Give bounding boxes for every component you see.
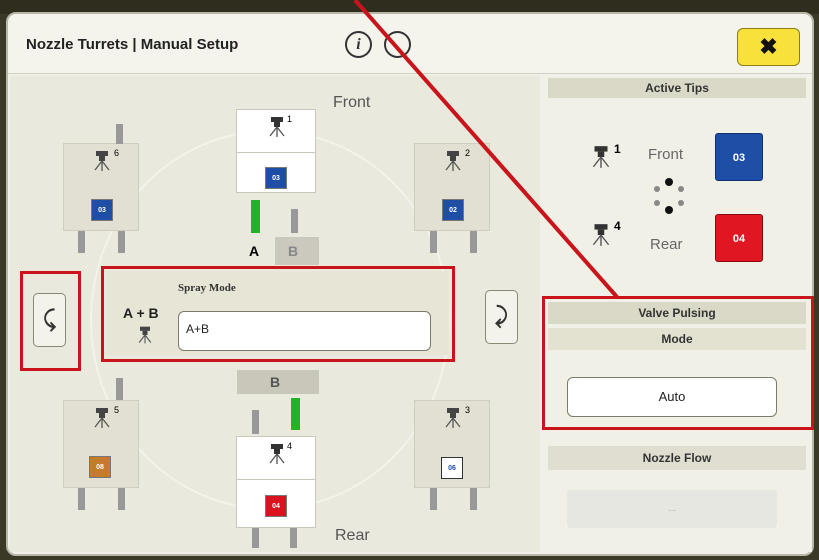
annotation-arrow (353, 0, 619, 299)
